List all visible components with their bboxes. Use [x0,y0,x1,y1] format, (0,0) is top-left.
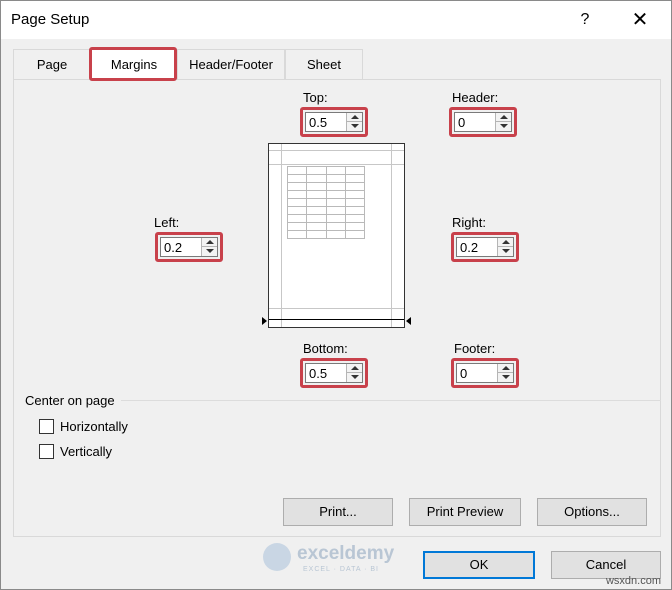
footer-decrement-button[interactable] [497,373,513,382]
ok-button[interactable]: OK [423,551,535,579]
preview-header-line [269,150,404,151]
down-arrow-icon [351,124,359,128]
top-decrement-button[interactable] [346,122,362,131]
left-spinbox[interactable]: 0.2 [160,237,218,257]
right-field-highlight: 0.2 [451,232,519,262]
tab-sheet[interactable]: Sheet [285,49,363,79]
print-button[interactable]: Print... [283,498,393,526]
up-arrow-icon [351,366,359,370]
center-on-page-label: Center on page [25,393,115,408]
footer-label: Footer: [454,341,496,356]
tab-header-footer[interactable]: Header/Footer [177,49,285,79]
bottom-label: Bottom: [303,341,348,356]
horizontally-checkbox[interactable] [39,419,54,434]
page-setup-dialog: Page Setup ? ✕ Page Margins Header/Foote… [0,0,672,590]
right-label: Right: [452,215,486,230]
vertically-checkbox[interactable] [39,444,54,459]
left-decrement-button[interactable] [201,247,217,256]
left-label: Left: [154,215,180,230]
top-spinbox[interactable]: 0.5 [305,112,363,132]
title-bar: Page Setup ? ✕ [1,1,671,39]
top-value[interactable]: 0.5 [309,115,327,130]
tab-margins[interactable]: Margins [91,49,177,79]
down-arrow-icon [206,249,214,253]
corner-watermark: wsxdn.com [605,575,661,587]
exceldemy-watermark: exceldemy EXCEL · DATA · BI [263,541,413,577]
right-decrement-button[interactable] [497,247,513,256]
up-arrow-icon [351,115,359,119]
up-arrow-icon [502,240,510,244]
left-margin-marker-icon [262,317,267,325]
preview-left-margin-line [281,144,282,327]
print-preview-button[interactable]: Print Preview [409,498,521,526]
left-value[interactable]: 0.2 [164,240,182,255]
bottom-spinbox[interactable]: 0.5 [305,363,363,383]
header-field-highlight: 0 [449,107,517,137]
header-label: Header: [452,90,499,105]
preview-footer-line [269,319,404,320]
down-arrow-icon [351,375,359,379]
footer-field-highlight: 0 [451,358,519,388]
options-button[interactable]: Options... [537,498,647,526]
exceldemy-logo-icon [263,543,291,571]
header-value[interactable]: 0 [458,115,465,130]
bottom-value[interactable]: 0.5 [309,366,327,381]
footer-increment-button[interactable] [497,364,513,373]
dialog-title: Page Setup [11,11,90,28]
preview-right-margin-line [391,144,392,327]
preview-top-margin-line [269,164,404,165]
footer-value[interactable]: 0 [460,366,467,381]
top-label: Top: [303,90,328,105]
down-arrow-icon [502,249,510,253]
right-value[interactable]: 0.2 [460,240,478,255]
up-arrow-icon [502,366,510,370]
left-increment-button[interactable] [201,238,217,247]
header-spinbox[interactable]: 0 [454,112,512,132]
bottom-increment-button[interactable] [346,364,362,373]
top-field-highlight: 0.5 [300,107,368,137]
right-spinbox[interactable]: 0.2 [456,237,514,257]
bottom-field-highlight: 0.5 [300,358,368,388]
horizontally-label[interactable]: Horizontally [60,419,128,434]
up-arrow-icon [500,115,508,119]
margin-preview [268,143,405,328]
tab-page[interactable]: Page [13,49,91,79]
right-margin-marker-icon [406,317,411,325]
section-divider [121,400,661,401]
down-arrow-icon [502,375,510,379]
preview-bottom-margin-line [269,308,404,309]
right-increment-button[interactable] [497,238,513,247]
help-button[interactable]: ? [573,7,597,33]
watermark-tagline: EXCEL · DATA · BI [303,566,379,573]
close-button[interactable]: ✕ [625,7,655,33]
header-decrement-button[interactable] [495,122,511,131]
up-arrow-icon [206,240,214,244]
watermark-name: exceldemy [297,543,395,564]
bottom-decrement-button[interactable] [346,373,362,382]
left-field-highlight: 0.2 [155,232,223,262]
header-increment-button[interactable] [495,113,511,122]
top-increment-button[interactable] [346,113,362,122]
footer-spinbox[interactable]: 0 [456,363,514,383]
vertically-label[interactable]: Vertically [60,444,112,459]
down-arrow-icon [500,124,508,128]
